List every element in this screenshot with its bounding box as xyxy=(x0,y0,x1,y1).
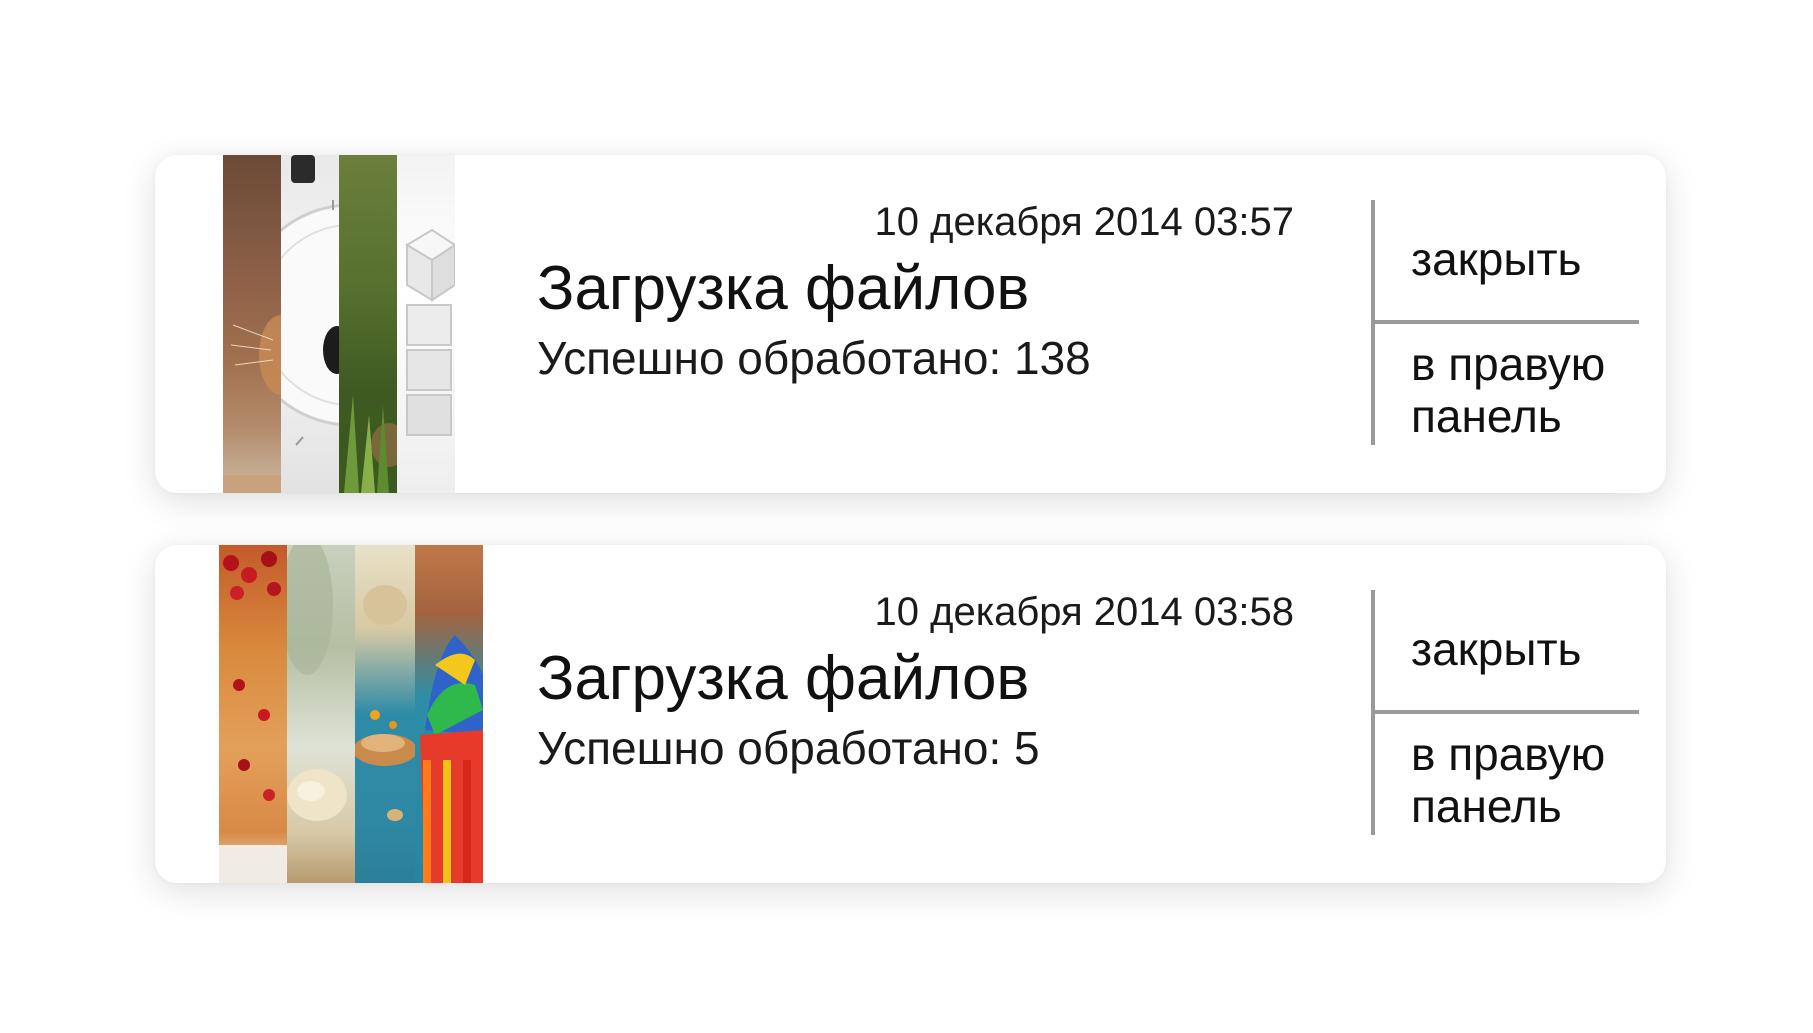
thumbnail-toast xyxy=(355,545,415,883)
thumbnail-cubes xyxy=(397,155,455,493)
notification-card: 10 декабря 2014 03:58 Загрузка файлов Ус… xyxy=(155,545,1666,883)
notification-card: 10 декабря 2014 03:57 Загрузка файлов Ус… xyxy=(155,155,1666,493)
notification-subtitle: Успешно обработано: 5 xyxy=(537,722,1040,774)
thumbnail-grass xyxy=(339,155,397,493)
notification-timestamp: 10 декабря 2014 03:57 xyxy=(874,200,1295,244)
thumbnail-strip xyxy=(219,545,483,883)
move-to-right-panel-button[interactable]: в правую панель xyxy=(1411,728,1641,832)
close-button[interactable]: закрыть xyxy=(1411,622,1581,676)
close-button[interactable]: закрыть xyxy=(1411,232,1581,286)
thumbnail-bread xyxy=(287,545,355,883)
notification-subtitle: Успешно обработано: 138 xyxy=(537,332,1091,384)
action-divider xyxy=(1375,320,1639,324)
notification-actions: закрыть в правую панель xyxy=(1371,200,1643,445)
notification-title: Загрузка файлов xyxy=(537,254,1030,323)
thumbnail-cherry-pie xyxy=(219,545,287,883)
notification-title: Загрузка файлов xyxy=(537,644,1030,713)
notification-timestamp: 10 декабря 2014 03:58 xyxy=(874,590,1295,634)
thumbnail-strip xyxy=(223,155,455,493)
notification-actions: закрыть в правую панель xyxy=(1371,590,1643,835)
thumbnail-cat xyxy=(223,155,281,493)
thumbnail-clock xyxy=(281,155,339,493)
move-to-right-panel-button[interactable]: в правую панель xyxy=(1411,338,1641,442)
thumbnail-cupcake xyxy=(415,545,483,883)
action-divider xyxy=(1375,710,1639,714)
